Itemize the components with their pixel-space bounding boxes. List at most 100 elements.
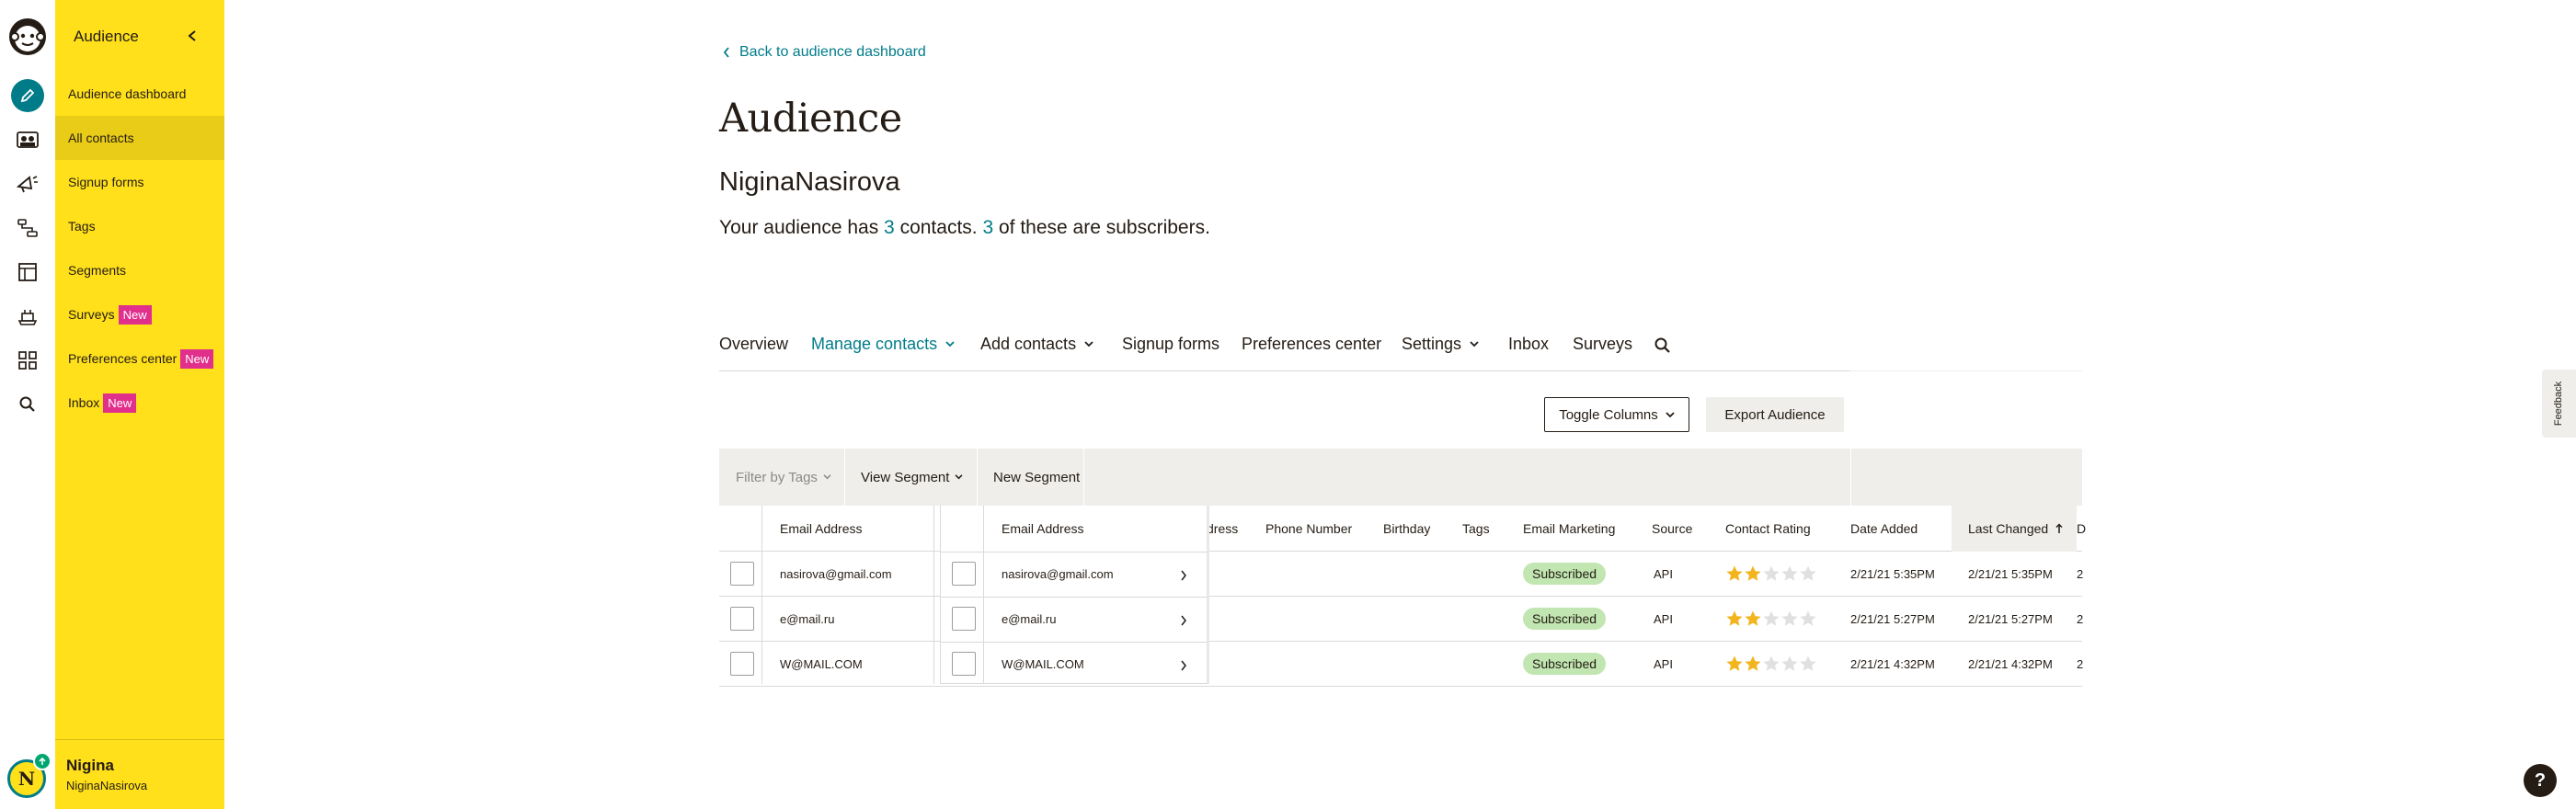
date-added-cell: 2/21/21 5:35PM: [1850, 566, 1935, 581]
email-cell[interactable]: nasirova@gmail.com: [1002, 552, 1114, 596]
row-checkbox[interactable]: [730, 607, 754, 631]
website-icon[interactable]: [13, 257, 42, 287]
email-cell[interactable]: e@mail.ru: [1002, 597, 1056, 641]
chevron-down-icon: [1666, 411, 1675, 417]
chevron-right-icon[interactable]: [1180, 660, 1187, 671]
sidenav-item-inbox[interactable]: Inbox New: [55, 381, 224, 425]
feedback-tab[interactable]: Feedback: [2542, 370, 2576, 438]
sidenav-item-signup-forms[interactable]: Signup forms: [55, 160, 224, 204]
audience-name: NiginaNasirova: [719, 167, 900, 197]
rating-stars: [1725, 655, 1817, 673]
tab-inbox[interactable]: Inbox: [1508, 335, 1549, 354]
campaigns-megaphone-icon[interactable]: [13, 169, 42, 199]
email-cell[interactable]: W@MAIL.COM: [1002, 642, 1084, 686]
export-audience-button[interactable]: Export Audience: [1706, 397, 1844, 432]
search-icon[interactable]: [13, 390, 42, 419]
help-button[interactable]: ?: [2524, 764, 2557, 797]
feedback-label: Feedback: [2553, 381, 2565, 427]
summary-suffix: of these are subscribers.: [993, 217, 1210, 238]
email-cell[interactable]: nasirova@gmail.com: [780, 552, 892, 596]
column-divider: [983, 506, 984, 684]
automations-icon[interactable]: [13, 213, 42, 243]
sidenav-item-tags[interactable]: Tags: [55, 204, 224, 248]
audience-tabs: Overview Manage contacts Add contacts Si…: [719, 333, 1850, 371]
tab-signup-forms[interactable]: Signup forms: [1122, 335, 1219, 354]
summary-prefix: Your audience has: [719, 217, 885, 238]
sidenav-item-preferences-center[interactable]: Preferences center New: [55, 336, 224, 381]
row-divider: [941, 683, 1208, 684]
column-header-tags[interactable]: Tags: [1462, 506, 1490, 552]
tab-settings[interactable]: Settings: [1402, 335, 1479, 354]
email-cell[interactable]: W@MAIL.COM: [780, 642, 863, 686]
source-cell: API: [1654, 656, 1673, 671]
star-filled-icon: [1745, 610, 1761, 626]
row-checkbox[interactable]: [952, 607, 976, 631]
sidenav-item-surveys[interactable]: Surveys New: [55, 292, 224, 336]
grid-icon[interactable]: [13, 346, 42, 375]
new-segment-label: New Segment: [993, 469, 1081, 485]
tab-surveys[interactable]: Surveys: [1573, 335, 1632, 354]
toggle-columns-button[interactable]: Toggle Columns: [1544, 397, 1689, 432]
email-marketing-cell: Subscribed: [1523, 597, 1633, 641]
tab-preferences-center[interactable]: Preferences center: [1242, 335, 1381, 354]
star-empty-icon: [1763, 610, 1780, 626]
chevron-down-icon: [955, 474, 963, 480]
column-header-email-marketing[interactable]: Email Marketing: [1523, 506, 1615, 552]
column-header-last-changed[interactable]: Last Changed: [1952, 506, 2077, 552]
email-cell[interactable]: e@mail.ru: [780, 597, 834, 641]
tab-overview[interactable]: Overview: [719, 335, 788, 354]
column-header-partial[interactable]: D: [2077, 506, 2086, 552]
mailchimp-logo-icon[interactable]: [7, 17, 48, 57]
column-header-source[interactable]: Source: [1652, 506, 1692, 552]
row-checkbox[interactable]: [952, 652, 976, 676]
back-to-dashboard-link[interactable]: Back to audience dashboard: [723, 44, 926, 61]
date-added-cell: 2/21/21 5:27PM: [1850, 611, 1935, 626]
audience-summary: Your audience has 3 contacts. 3 of these…: [719, 217, 1210, 239]
sticky-email-column: Email Address nasirova@gmail.com e@mail.…: [940, 506, 1208, 686]
tab-label: Preferences center: [1242, 335, 1382, 353]
chevron-down-icon: [1470, 341, 1479, 348]
filter-by-tags-dropdown[interactable]: Filter by Tags: [736, 449, 831, 506]
create-pencil-icon[interactable]: [11, 79, 44, 112]
content-studio-icon[interactable]: [13, 302, 42, 331]
row-checkbox[interactable]: [952, 562, 976, 586]
partial-cell: 2: [2077, 611, 2084, 626]
column-header-email-address[interactable]: Email Address: [780, 506, 862, 552]
tab-add-contacts[interactable]: Add contacts: [980, 335, 1093, 354]
column-header-birthday[interactable]: Birthday: [1383, 506, 1430, 552]
sidenav-item-segments[interactable]: Segments: [55, 248, 224, 292]
column-header-phone-number[interactable]: Phone Number: [1265, 506, 1352, 552]
account-username: NiginaNasirova: [66, 779, 148, 792]
star-filled-icon: [1745, 565, 1761, 581]
sidenav-item-label: Preferences center: [68, 351, 177, 366]
tab-label: Surveys: [1573, 335, 1633, 353]
audience-icon[interactable]: [13, 125, 42, 154]
collapse-chevron-left-icon[interactable]: [182, 26, 202, 46]
star-empty-icon: [1800, 565, 1816, 581]
new-segment-button[interactable]: New Segment: [993, 449, 1080, 506]
sidenav-item-all-contacts[interactable]: All contacts: [55, 116, 224, 160]
sidenav-title: Audience: [74, 28, 139, 45]
row-checkbox[interactable]: [730, 562, 754, 586]
tab-search-icon[interactable]: [1654, 336, 1672, 355]
column-header-date-added[interactable]: Date Added: [1850, 506, 1918, 552]
star-empty-icon: [1763, 565, 1780, 581]
contacts-count[interactable]: 3: [884, 217, 895, 238]
chevron-right-icon[interactable]: [1180, 570, 1187, 581]
toggle-columns-label: Toggle Columns: [1559, 406, 1658, 423]
column-header-contact-rating[interactable]: Contact Rating: [1725, 506, 1811, 552]
partial-cell: 2: [2077, 656, 2084, 671]
row-checkbox[interactable]: [730, 652, 754, 676]
tab-manage-contacts[interactable]: Manage contacts: [811, 335, 955, 354]
chevron-right-icon[interactable]: [1180, 615, 1187, 626]
sidenav-item-audience-dashboard[interactable]: Audience dashboard: [55, 72, 224, 116]
column-header-email-address[interactable]: Email Address: [1002, 506, 1083, 552]
view-segment-dropdown[interactable]: View Segment: [861, 449, 963, 506]
contact-rating-cell: [1725, 642, 1817, 686]
partial-cell: 2: [2077, 566, 2084, 581]
subscribers-count[interactable]: 3: [982, 217, 993, 238]
star-filled-icon: [1745, 655, 1761, 671]
source-cell: API: [1654, 566, 1673, 581]
column-header-address[interactable]: dress: [1207, 506, 1238, 552]
account-footer[interactable]: Nigina NiginaNasirova: [55, 739, 224, 809]
